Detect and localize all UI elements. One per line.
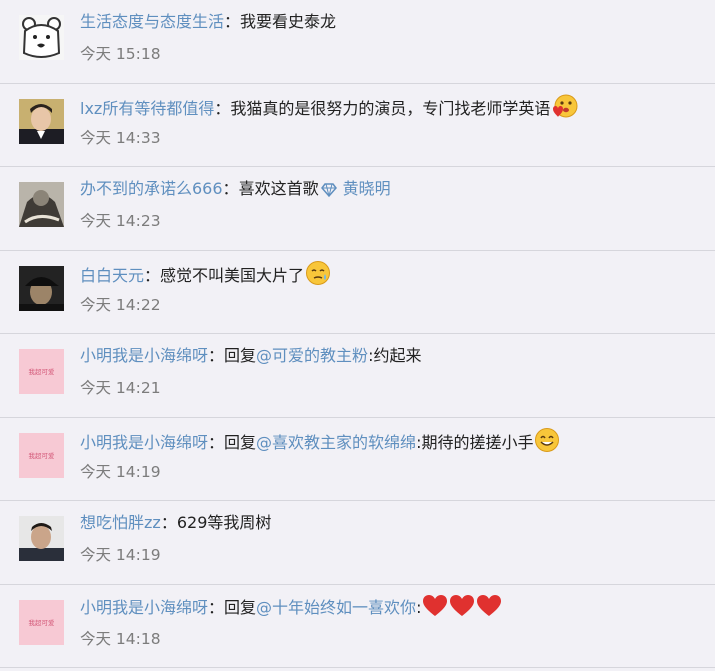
comment-line: 小明我是小海绵呀：回复@喜欢教主家的软绵绵:期待的搓搓小手	[80, 427, 705, 461]
cap-avatar[interactable]	[19, 265, 64, 311]
comment-username[interactable]: lxz所有等待都值得	[80, 99, 214, 118]
svg-text:我超可爱: 我超可爱	[29, 618, 56, 627]
mention-link[interactable]: @十年始终如一喜欢你	[256, 598, 416, 617]
comment-time: 今天 14:21	[80, 379, 161, 397]
comment-text: 629等我周树	[176, 513, 272, 532]
comment-item: 办不到的承诺么666：喜欢这首歌 黄晓明 今天 14:23	[0, 167, 715, 251]
comment-username[interactable]: 白白天元	[80, 266, 144, 285]
svg-text:我超可爱: 我超可爱	[29, 367, 56, 376]
smile-emoji-icon	[534, 427, 560, 461]
comment-item: lxz所有等待都值得：我猫真的是很努力的演员，专门找老师学英语 今天 14:33	[0, 84, 715, 167]
comment-text: :约起来	[368, 346, 422, 365]
diamond-icon	[320, 181, 338, 207]
comment-line: 白白天元：感觉不叫美国大片了	[80, 260, 705, 294]
comment-item: 我超可爱 小明我是小海绵呀：回复@十年始终如一喜欢你: 今天 14:18	[0, 585, 715, 668]
comment-line: 小明我是小海绵呀：回复@十年始终如一喜欢你:	[80, 594, 705, 626]
comment-username[interactable]: 小明我是小海绵呀	[80, 598, 208, 617]
tongue-emoji-icon	[551, 93, 579, 127]
comment-username[interactable]: 想吃怕胖zz	[80, 513, 161, 532]
comment-line: lxz所有等待都值得：我猫真的是很努力的演员，专门找老师学英语	[80, 93, 705, 127]
comment-username[interactable]: 生活态度与态度生活	[80, 12, 224, 31]
comment-username[interactable]: 小明我是小海绵呀	[80, 346, 208, 365]
comment-text: 我猫真的是很努力的演员，专门找老师学英语	[230, 98, 551, 118]
comment-username[interactable]: 办不到的承诺么666	[80, 179, 223, 198]
comment-time: 今天 14:19	[80, 462, 161, 481]
mention-link[interactable]: @可爱的教主粉	[256, 346, 368, 365]
comment-text: 喜欢这首歌	[238, 179, 319, 198]
sweat-emoji-icon	[305, 260, 331, 294]
pink-text-avatar[interactable]: 我超可爱	[19, 432, 64, 478]
comment-text: :	[416, 597, 422, 617]
comment-time: 今天 14:33	[80, 128, 161, 147]
comment-time: 今天 15:18	[80, 45, 161, 63]
comment-item: 生活态度与态度生活：我要看史泰龙 今天 15:18	[0, 0, 715, 84]
comment-item: 白白天元：感觉不叫美国大片了 今天 14:22	[0, 251, 715, 334]
comment-line: 小明我是小海绵呀：回复@可爱的教主粉:约起来	[80, 346, 422, 365]
pink-text-avatar[interactable]: 我超可爱	[19, 349, 64, 394]
comment-item: 想吃怕胖zz：629等我周树 今天 14:19	[0, 501, 715, 585]
man-avatar[interactable]	[19, 516, 64, 561]
topic-tag-link[interactable]: 黄晓明	[343, 179, 391, 198]
comment-line: 想吃怕胖zz：629等我周树	[80, 513, 272, 532]
heart-icon	[422, 594, 448, 626]
comment-time: 今天 14:22	[80, 295, 161, 314]
svg-text:我超可爱: 我超可爱	[29, 451, 56, 460]
comment-text: 我要看史泰龙	[240, 12, 337, 31]
comment-line: 办不到的承诺么666：喜欢这首歌 黄晓明	[80, 176, 705, 207]
bear-avatar[interactable]	[19, 15, 64, 60]
comment-text: :期待的搓搓小手	[416, 432, 534, 452]
comment-time: 今天 14:18	[80, 629, 161, 648]
comment-text: 感觉不叫美国大片了	[160, 265, 305, 285]
mention-link[interactable]: @喜欢教主家的软绵绵	[256, 433, 416, 452]
comment-item: 我超可爱 小明我是小海绵呀：回复@喜欢教主家的软绵绵:期待的搓搓小手 今天 14…	[0, 418, 715, 501]
comment-line: 生活态度与态度生活：我要看史泰龙	[80, 12, 337, 31]
heart-icon	[476, 594, 502, 626]
heart-icon	[449, 594, 475, 626]
comment-time: 今天 14:23	[80, 212, 161, 230]
comment-username[interactable]: 小明我是小海绵呀	[80, 433, 208, 452]
pink-text-avatar[interactable]: 我超可爱	[19, 599, 64, 645]
man-avatar[interactable]	[19, 98, 64, 144]
comment-item: 我超可爱 小明我是小海绵呀：回复@可爱的教主粉:约起来 今天 14:21	[0, 334, 715, 418]
comment-time: 今天 14:19	[80, 546, 161, 564]
cat-avatar[interactable]	[19, 182, 64, 227]
